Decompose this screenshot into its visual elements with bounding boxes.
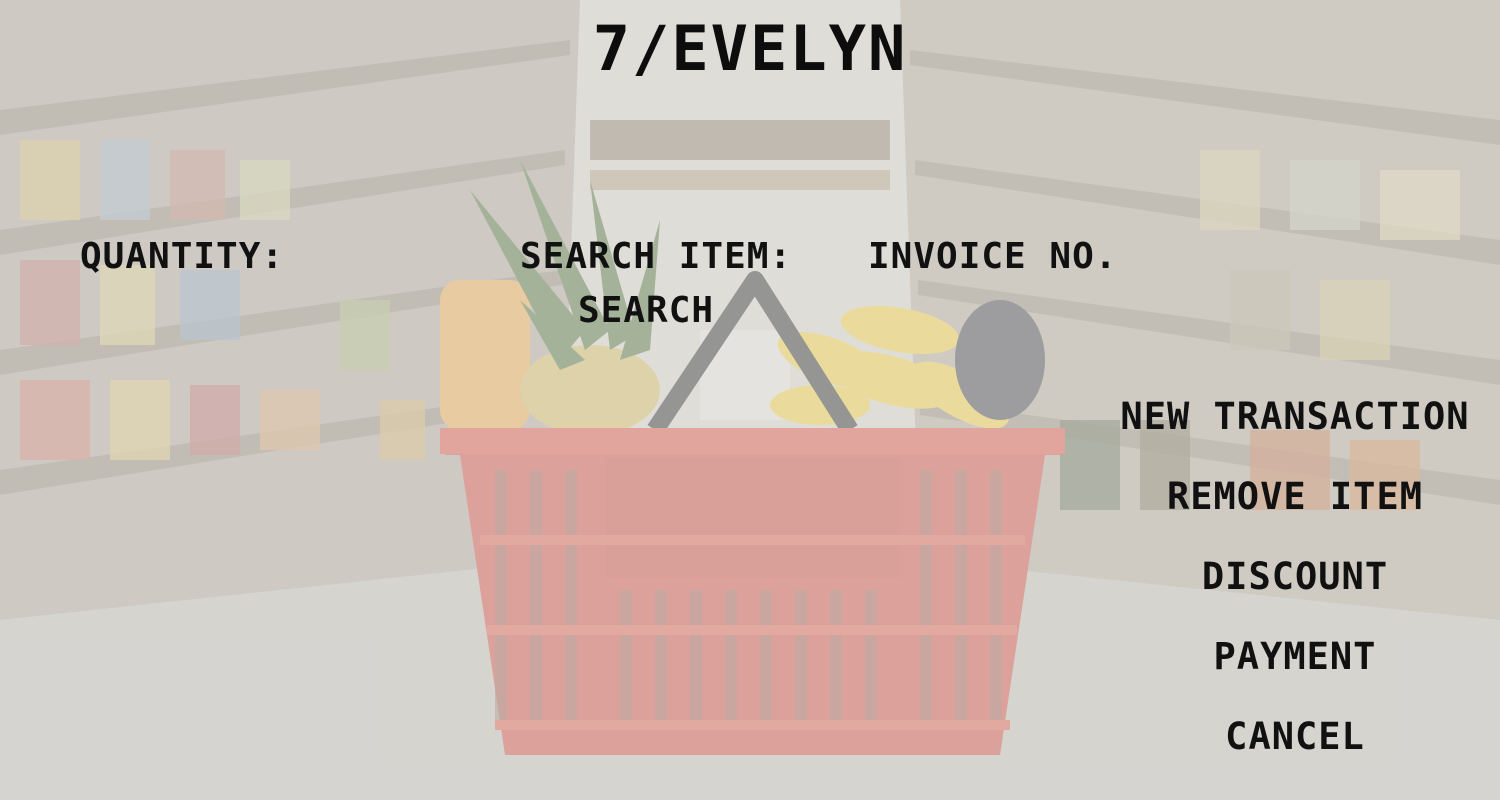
cancel-button[interactable]: CANCEL: [1100, 696, 1490, 776]
action-menu: NEW TRANSACTION REMOVE ITEM DISCOUNT PAY…: [1100, 376, 1490, 776]
new-transaction-button[interactable]: NEW TRANSACTION: [1100, 376, 1490, 456]
discount-button[interactable]: DISCOUNT: [1100, 536, 1490, 616]
search-button[interactable]: SEARCH: [578, 290, 714, 331]
search-item-label: SEARCH ITEM:: [520, 236, 793, 277]
invoice-number-label: INVOICE NO.: [868, 236, 1118, 277]
store-title: 7/EVELYN: [592, 12, 908, 85]
remove-item-button[interactable]: REMOVE ITEM: [1100, 456, 1490, 536]
quantity-label: QUANTITY:: [80, 236, 285, 277]
payment-button[interactable]: PAYMENT: [1100, 616, 1490, 696]
